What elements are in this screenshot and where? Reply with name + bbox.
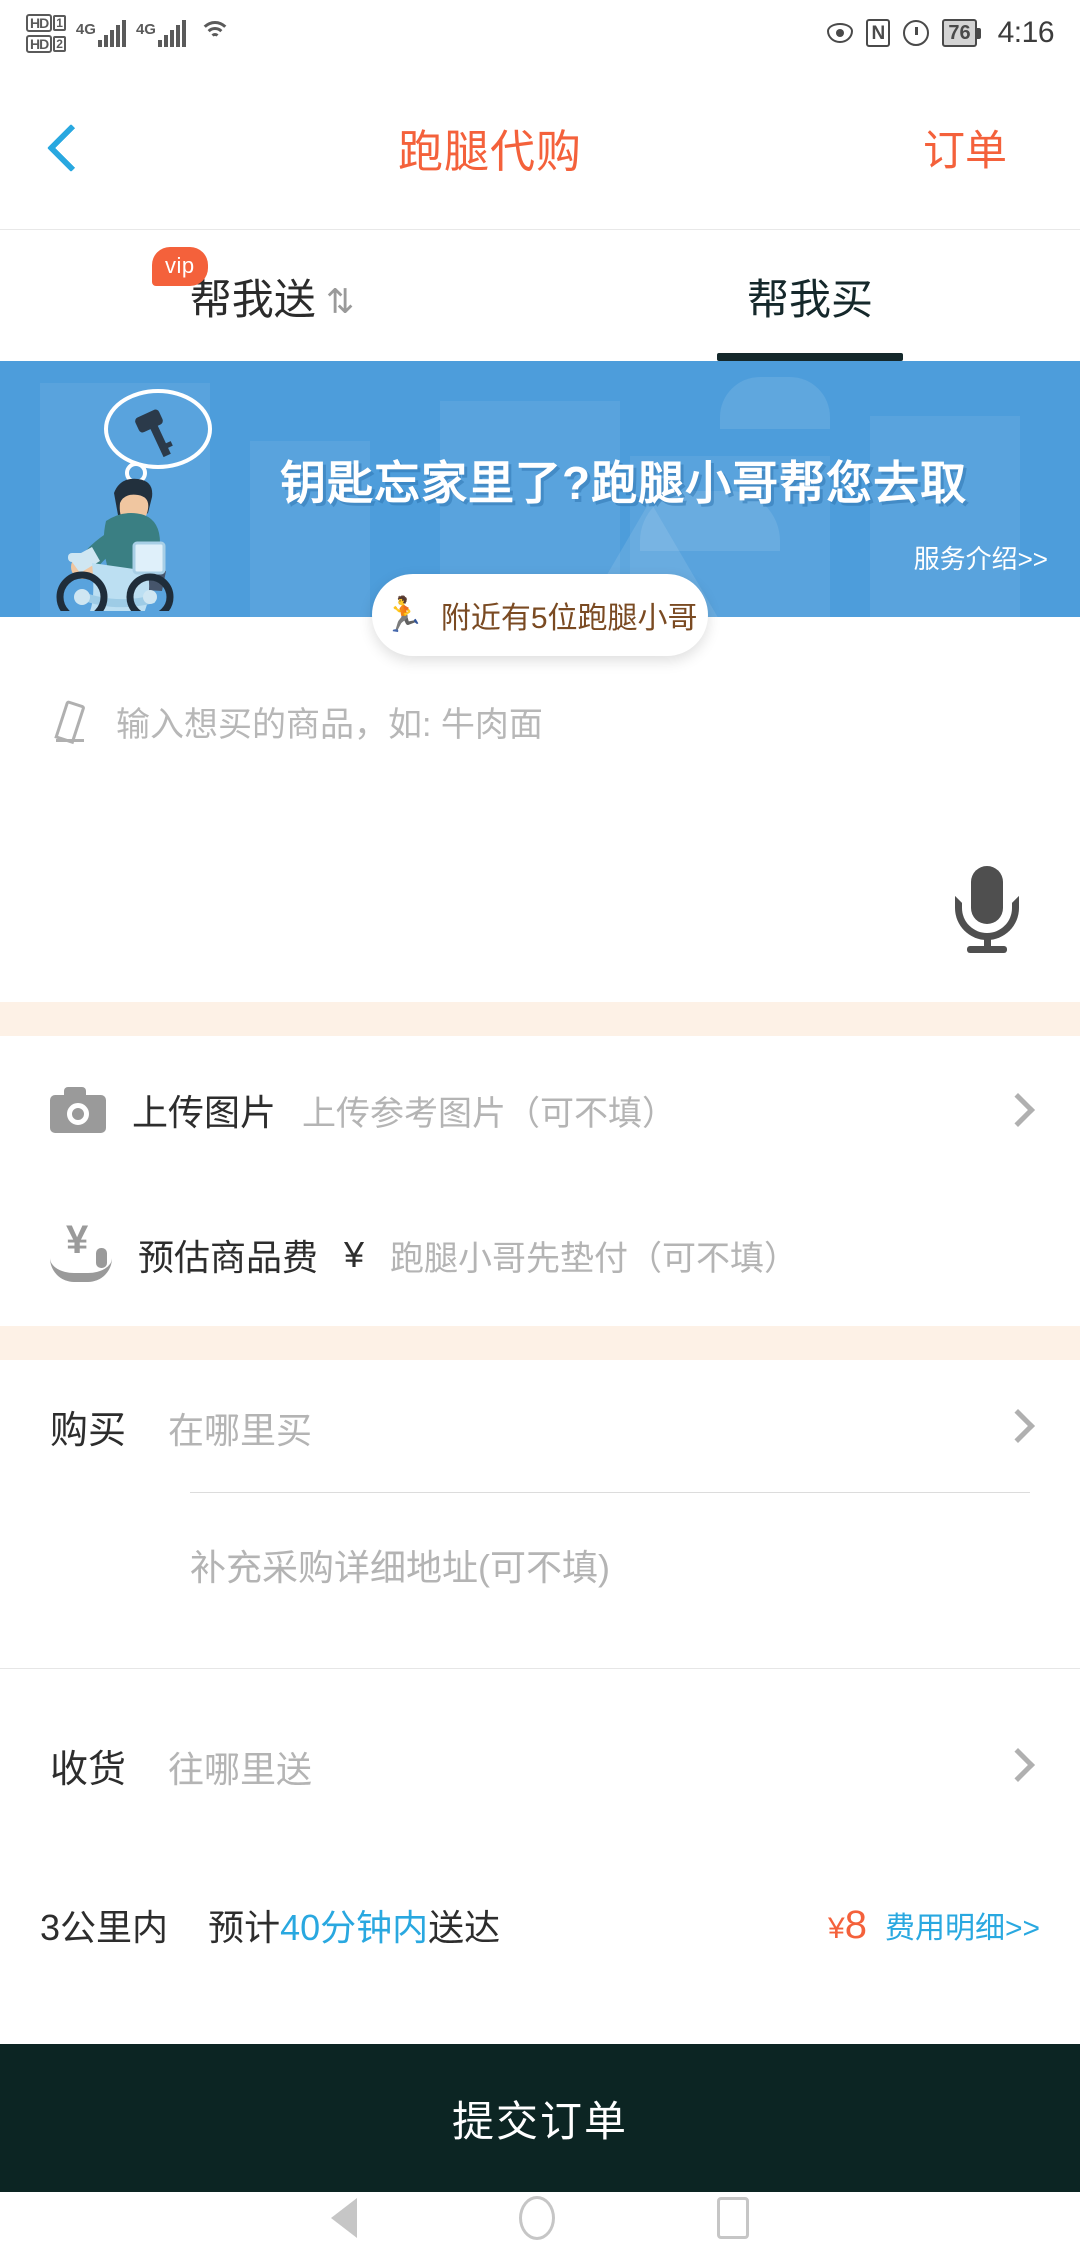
fee-currency: ¥ xyxy=(828,1911,845,1945)
battery-icon: 76 xyxy=(942,19,981,47)
buy-detail-placeholder[interactable]: 补充采购详细地址(可不填) xyxy=(190,1539,610,1591)
upload-image-row[interactable]: 上传图片 上传参考图片（可不填） xyxy=(0,1036,1080,1184)
estimate-prefix: 预计 xyxy=(208,1907,281,1948)
hd2-label: HD xyxy=(26,34,53,53)
fee-value: 8 xyxy=(844,1902,867,1947)
nearby-riders-text: 附近有5位跑腿小哥 xyxy=(440,602,698,635)
scooter-rider-illustration xyxy=(56,389,212,611)
yen-in-hand-icon: ¥ xyxy=(50,1220,112,1286)
service-intro-link[interactable]: 服务介绍>> xyxy=(914,539,1048,576)
app-screen: HD 1 HD 2 4G 4G N 76 4:16 跑腿代购 订单 vip 帮我… xyxy=(0,0,1080,2244)
estimate-duration: 40分钟内 xyxy=(280,1907,429,1948)
dual-sim-hd-indicators: HD 1 HD 2 xyxy=(26,13,66,53)
buy-location-row[interactable]: 购买 在哪里买 xyxy=(0,1360,1080,1492)
estimate-distance: 3公里内 xyxy=(40,1907,169,1948)
tab-help-deliver[interactable]: vip 帮我送 ⇅ xyxy=(0,231,540,361)
nav-back-icon[interactable] xyxy=(331,2198,357,2238)
estimated-goods-fee-placeholder[interactable]: 跑腿小哥先垫付（可不填） xyxy=(390,1231,798,1280)
page-title: 跑腿代购 xyxy=(397,126,582,177)
nav-recents-icon[interactable] xyxy=(717,2197,749,2239)
tab-help-buy[interactable]: 帮我买 xyxy=(540,231,1080,361)
vip-badge: vip xyxy=(152,247,208,286)
pencil-icon xyxy=(54,700,94,742)
hd2-number: 2 xyxy=(53,35,66,52)
delivery-estimate-text: 3公里内 预计40分钟内送达 xyxy=(40,1899,500,1951)
estimated-goods-fee-left: ¥ 预估商品费 ¥ 跑腿小哥先垫付（可不填） xyxy=(50,1220,798,1286)
submit-order-button[interactable]: 提交订单 xyxy=(0,2044,1080,2192)
delivery-estimate-row: 3公里内 预计40分钟内送达 ¥8 费用明细>> xyxy=(0,1880,1080,1970)
status-bar-right: N 76 4:16 xyxy=(827,16,1055,50)
delivery-fee-group: ¥8 费用明细>> xyxy=(828,1903,1040,1948)
status-bar-left: HD 1 HD 2 4G 4G xyxy=(26,13,232,53)
tab-help-deliver-label-group: 帮我送 ⇅ xyxy=(189,266,354,327)
estimated-goods-fee-row[interactable]: ¥ 预估商品费 ¥ 跑腿小哥先垫付（可不填） xyxy=(0,1184,1080,1326)
chevron-right-icon xyxy=(1001,1409,1035,1443)
status-bar: HD 1 HD 2 4G 4G N 76 4:16 xyxy=(0,0,1080,66)
running-person-icon: 🏃 xyxy=(382,596,425,634)
signal-bars-1 xyxy=(97,19,126,47)
hd1-label: HD xyxy=(26,13,53,32)
back-button[interactable] xyxy=(0,66,130,230)
status-bar-clock: 4:16 xyxy=(997,16,1055,49)
signal-sim2-icon: 4G xyxy=(136,19,186,47)
delivery-fee-amount: ¥8 xyxy=(828,1903,867,1948)
buy-label: 购买 xyxy=(50,1409,127,1452)
section-divider xyxy=(0,1668,1080,1669)
hd-sim2-icon: HD 2 xyxy=(26,34,66,53)
tab-help-deliver-label: 帮我送 xyxy=(189,275,316,323)
chevron-left-icon xyxy=(46,123,96,172)
nearby-riders-pill[interactable]: 🏃 附近有5位跑腿小哥 xyxy=(372,574,708,656)
chevron-right-icon xyxy=(1001,1748,1035,1782)
eye-comfort-icon xyxy=(827,20,854,46)
nfc-icon: N xyxy=(866,19,891,47)
deliver-location-row[interactable]: 收货 往哪里送 xyxy=(0,1700,1080,1830)
battery-percent: 76 xyxy=(942,19,977,47)
tab-help-buy-label-group: 帮我买 xyxy=(747,266,873,327)
alarm-icon xyxy=(903,20,930,46)
network-type-2: 4G xyxy=(135,21,156,38)
battery-cap xyxy=(976,27,981,39)
camera-icon xyxy=(50,1087,106,1133)
signal-bars-2 xyxy=(157,19,186,47)
signal-sim1-icon: 4G xyxy=(76,19,126,47)
upload-image-label: 上传图片 xyxy=(132,1092,277,1133)
tab-bar: vip 帮我送 ⇅ 帮我买 xyxy=(0,231,1080,361)
nav-home-icon[interactable] xyxy=(519,2196,555,2240)
microphone-base xyxy=(967,946,1007,953)
upload-image-left: 上传图片 上传参考图片（可不填） xyxy=(50,1084,676,1136)
tab-help-buy-label: 帮我买 xyxy=(746,275,873,323)
buy-location-left: 购买 在哪里买 xyxy=(50,1399,312,1454)
buy-location-placeholder[interactable]: 在哪里买 xyxy=(168,1402,312,1454)
chevron-right-icon xyxy=(1001,1093,1035,1127)
app-header: 跑腿代购 订单 xyxy=(0,66,1080,230)
estimate-suffix: 送达 xyxy=(428,1907,501,1948)
wifi-icon xyxy=(198,19,232,47)
system-nav-bar xyxy=(0,2192,1080,2244)
orders-button[interactable]: 订单 xyxy=(850,117,1080,178)
tab-active-indicator xyxy=(717,353,903,361)
currency-symbol: ¥ xyxy=(344,1234,365,1275)
buy-field-underline xyxy=(190,1492,1030,1493)
item-input-row[interactable]: 输入想买的商品，如: 牛肉面 xyxy=(0,666,1080,776)
item-input-placeholder[interactable]: 输入想买的商品，如: 牛肉面 xyxy=(116,697,543,746)
sort-arrows-icon: ⇅ xyxy=(325,282,354,321)
banner-cloud-1 xyxy=(720,377,830,429)
hd-sim1-icon: HD 1 xyxy=(26,13,66,32)
buy-detail-address-row[interactable]: 补充采购详细地址(可不填) xyxy=(0,1500,1080,1630)
network-type-1: 4G xyxy=(75,21,96,38)
voice-input-button[interactable] xyxy=(952,866,1022,953)
deliver-location-placeholder[interactable]: 往哪里送 xyxy=(168,1741,312,1793)
section-separator-1 xyxy=(0,1002,1080,1036)
hd1-number: 1 xyxy=(53,14,66,31)
deliver-label: 收货 xyxy=(50,1748,127,1791)
upload-image-placeholder: 上传参考图片（可不填） xyxy=(302,1094,677,1133)
section-separator-2 xyxy=(0,1326,1080,1360)
banner-headline: 钥匙忘家里了?跑腿小哥帮您去取 xyxy=(280,457,968,509)
fee-detail-link[interactable]: 费用明细>> xyxy=(885,1903,1040,1947)
microphone-arc xyxy=(955,896,1019,940)
deliver-location-left: 收货 往哪里送 xyxy=(50,1738,312,1793)
estimated-goods-fee-label: 预估商品费 xyxy=(138,1237,319,1278)
